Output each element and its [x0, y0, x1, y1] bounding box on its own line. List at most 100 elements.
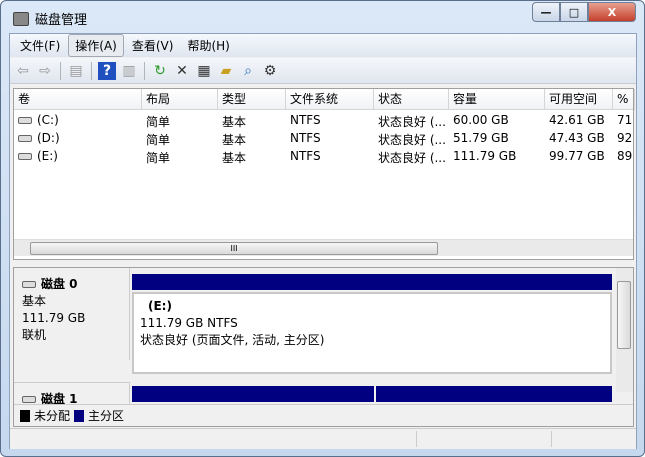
cell-6: 42.61 GB — [549, 113, 611, 127]
maximize-button[interactable]: □ — [560, 2, 588, 22]
cell-text: 基本 — [222, 115, 247, 129]
menu-file[interactable]: 文件(F) — [14, 35, 66, 56]
drive-icon — [18, 153, 32, 160]
disk-0-label[interactable]: 磁盘 0 基本 111.79 GB 联机 — [14, 268, 130, 360]
drive-icon — [18, 135, 32, 142]
back-icon[interactable]: ⇦ — [14, 62, 32, 80]
cell-text: 基本 — [222, 133, 247, 147]
column-filesystem[interactable]: 文件系统 — [286, 89, 374, 110]
cell-text: 简单 — [146, 151, 171, 165]
cell-6: 47.43 GB — [549, 131, 611, 145]
column-type[interactable]: 类型 — [218, 89, 286, 110]
disk-icon — [22, 396, 36, 403]
cell-text: 51.79 GB — [453, 131, 509, 145]
help-icon[interactable]: ? — [98, 61, 116, 80]
legend: 未分配 主分区 — [14, 404, 633, 426]
partition-e[interactable]: (E:) 111.79 GB NTFS 状态良好 (页面文件, 活动, 主分区) — [132, 292, 612, 374]
partition-status: 状态良好 (页面文件, 活动, 主分区) — [140, 333, 325, 347]
cell-text: (C:) — [37, 113, 59, 127]
cell-0: (C:) — [18, 113, 140, 127]
cell-text: NTFS — [290, 149, 321, 163]
disk-graphical-view: 磁盘 0 基本 111.79 GB 联机 (E:) 111.79 GB NTFS… — [13, 267, 634, 427]
cell-text: 状态良好 (... — [378, 151, 446, 165]
vertical-scrollbar[interactable] — [616, 268, 633, 392]
cell-7: 92 — [617, 131, 633, 145]
properties-icon[interactable]: ▦ — [195, 62, 213, 80]
cell-text: 99.77 GB — [549, 149, 605, 163]
cell-text: 基本 — [222, 151, 247, 165]
show-action-pane-icon[interactable]: ▥ — [120, 62, 138, 80]
cell-text: 42.61 GB — [549, 113, 605, 127]
horizontal-scrollbar[interactable]: III — [14, 239, 633, 256]
title-bar: 磁盘管理 — [13, 9, 87, 28]
drive-icon — [18, 117, 32, 124]
refresh-icon[interactable]: ↻ — [151, 62, 169, 80]
forward-icon[interactable]: ⇨ — [36, 62, 54, 80]
disk-name: 磁盘 0 — [41, 277, 78, 291]
cell-4: 状态良好 (... — [378, 113, 447, 130]
column-capacity[interactable]: 容量 — [449, 89, 545, 110]
partition-size: 111.79 GB NTFS — [140, 316, 238, 330]
delete-icon[interactable]: ✕ — [173, 62, 191, 80]
scrollbar-thumb[interactable] — [617, 281, 631, 349]
cell-2: 基本 — [222, 131, 284, 148]
status-divider — [551, 431, 552, 447]
cell-0: (E:) — [18, 149, 140, 163]
cell-5: 111.79 GB — [453, 149, 543, 163]
cell-3: NTFS — [290, 149, 372, 163]
cell-4: 状态良好 (... — [378, 149, 447, 166]
cell-text: 47.43 GB — [549, 131, 605, 145]
cell-text: 60.00 GB — [453, 113, 509, 127]
column-free-space[interactable]: 可用空间 — [545, 89, 613, 110]
menu-help[interactable]: 帮助(H) — [181, 35, 235, 56]
table-row[interactable]: (E:) 简单 基本 NTFS 状态良好 (... 111.79 GB 99.77 GB 89 — [14, 147, 633, 165]
cell-text: NTFS — [290, 113, 321, 127]
cell-1: 简单 — [146, 113, 216, 130]
minimize-button[interactable]: — — [532, 2, 560, 22]
table-row[interactable]: (C:) 简单 基本 NTFS 状态良好 (... 60.00 GB 42.61 GB 71 — [14, 111, 633, 129]
cell-text: 71 — [617, 113, 633, 127]
column-volume[interactable]: 卷 — [14, 89, 142, 110]
partition-bar — [132, 386, 374, 402]
cell-6: 99.77 GB — [549, 149, 611, 163]
menu-view[interactable]: 查看(V) — [126, 35, 180, 56]
disk-state: 联机 — [22, 328, 47, 342]
legend-unallocated: 未分配 — [34, 409, 71, 423]
settings-icon[interactable]: ⚙ — [261, 62, 279, 80]
cell-text: 简单 — [146, 133, 171, 147]
scrollbar-thumb[interactable]: III — [30, 242, 438, 255]
cell-3: NTFS — [290, 131, 372, 145]
column-percent-free[interactable]: % — [613, 89, 635, 110]
status-divider — [416, 431, 417, 447]
window: 磁盘管理 — □ X 文件(F) 操作(A) 查看(V) 帮助(H) ⇦ ⇨ ▤… — [0, 0, 645, 457]
legend-swatch-unallocated — [20, 409, 30, 422]
close-button[interactable]: X — [588, 2, 636, 22]
explore-icon[interactable]: ⌕ — [239, 62, 257, 80]
cell-7: 89 — [617, 149, 633, 163]
cell-text: 简单 — [146, 115, 171, 129]
cell-1: 简单 — [146, 149, 216, 166]
disk-type: 基本 — [22, 294, 47, 308]
cell-2: 基本 — [222, 149, 284, 166]
cell-7: 71 — [617, 113, 633, 127]
cell-text: 状态良好 (... — [378, 133, 446, 147]
table-row[interactable]: (D:) 简单 基本 NTFS 状态良好 (... 51.79 GB 47.43 GB 92 — [14, 129, 633, 147]
column-layout[interactable]: 布局 — [142, 89, 218, 110]
toolbar-separator — [60, 61, 61, 80]
partition-label: (E:) — [148, 299, 172, 313]
status-bar — [10, 428, 636, 449]
partition-bar — [376, 386, 612, 402]
menu-action[interactable]: 操作(A) — [68, 34, 124, 57]
menu-bar: 文件(F) 操作(A) 查看(V) 帮助(H) — [10, 34, 636, 57]
legend-primary: 主分区 — [88, 409, 125, 423]
cell-5: 51.79 GB — [453, 131, 543, 145]
disk-size: 111.79 GB — [22, 311, 86, 325]
show-console-tree-icon[interactable]: ▤ — [67, 62, 85, 80]
cell-1: 简单 — [146, 131, 216, 148]
toolbar-separator — [91, 61, 92, 80]
toolbar: ⇦ ⇨ ▤ ? ▥ ↻ ✕ ▦ ▰ ⌕ ⚙ — [10, 58, 636, 84]
open-icon[interactable]: ▰ — [217, 62, 235, 80]
column-status[interactable]: 状态 — [374, 89, 449, 110]
toolbar-separator — [144, 61, 145, 80]
cell-4: 状态良好 (... — [378, 131, 447, 148]
